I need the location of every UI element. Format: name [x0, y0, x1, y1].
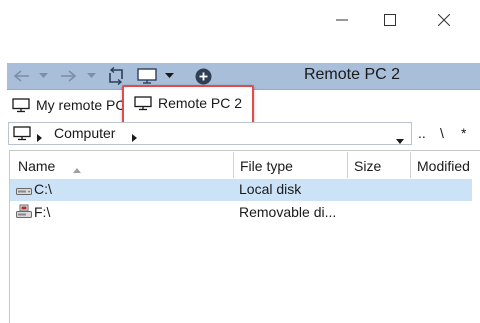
root-folder-button[interactable]: \: [440, 125, 444, 141]
column-header-label: File type: [240, 157, 293, 174]
column-divider[interactable]: [233, 152, 234, 178]
monitor-icon: [12, 97, 30, 112]
column-header-name[interactable]: Name: [18, 153, 55, 178]
column-header-modified[interactable]: Modified: [417, 153, 480, 178]
refresh-icon: [109, 67, 123, 85]
arrow-right-icon: [61, 70, 76, 82]
breadcrumb-computer[interactable]: Computer: [54, 125, 115, 141]
forward-button[interactable]: [57, 63, 79, 89]
column-divider[interactable]: [410, 152, 411, 178]
file-type: Removable di...: [239, 204, 337, 220]
column-header-size[interactable]: Size: [354, 153, 381, 178]
file-name: F:\: [34, 204, 51, 220]
local-disk-icon: [16, 182, 32, 199]
forward-history-dropdown[interactable]: [85, 63, 97, 89]
address-dropdown[interactable]: [396, 131, 404, 147]
favorites-button[interactable]: *: [461, 125, 466, 141]
back-history-dropdown[interactable]: [37, 63, 49, 89]
column-divider[interactable]: [347, 152, 348, 178]
close-icon: [438, 14, 450, 26]
tab-label: My remote PC: [36, 97, 124, 113]
file-name: C:\: [34, 181, 52, 197]
file-type: Local disk: [239, 181, 302, 197]
maximize-icon: [384, 14, 396, 26]
column-header-label: Size: [354, 157, 382, 174]
parent-folder-button[interactable]: ..: [418, 125, 426, 141]
breadcrumb-separator-icon[interactable]: [132, 129, 137, 145]
column-header-file-type[interactable]: File type: [240, 153, 293, 178]
chevron-down-icon: [396, 139, 404, 144]
back-button[interactable]: [11, 63, 33, 89]
breadcrumb-separator-icon[interactable]: [37, 129, 42, 145]
maximize-button[interactable]: [366, 0, 414, 40]
chevron-down-icon: [38, 73, 48, 78]
tab-my-remote-pc[interactable]: My remote PC: [12, 90, 124, 120]
removable-disk-icon: [16, 204, 32, 223]
table-row[interactable]: C:\ Local disk: [10, 179, 472, 201]
column-header-label: Name: [18, 157, 56, 174]
chevron-down-icon: [86, 73, 96, 78]
minimize-icon: [336, 19, 348, 21]
tab-remote-pc-2[interactable]: Remote PC 2: [134, 88, 242, 118]
arrow-left-icon: [14, 70, 29, 82]
chevron-down-icon: [164, 73, 174, 78]
toolbar-title: Remote PC 2: [303, 66, 401, 83]
close-button[interactable]: [420, 0, 468, 40]
minimize-button[interactable]: [318, 0, 366, 40]
column-header-label: Modified: [417, 157, 470, 174]
monitor-icon: [137, 68, 157, 84]
table-row[interactable]: F:\ Removable di...: [10, 202, 472, 224]
monitor-icon: [134, 95, 152, 110]
computer-icon: [13, 126, 31, 144]
sort-ascending-icon: [73, 160, 81, 176]
tab-label: Remote PC 2: [158, 95, 243, 111]
add-circle-icon: [195, 68, 211, 84]
